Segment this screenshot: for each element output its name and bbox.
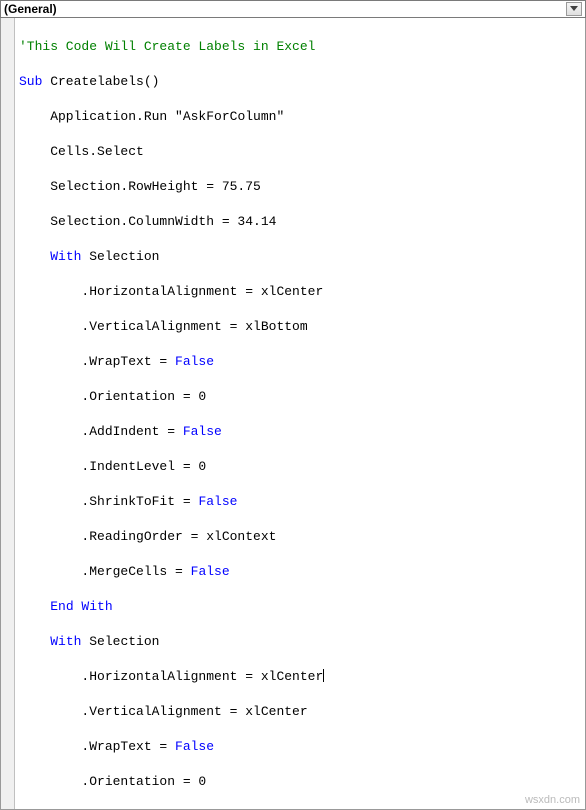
dropdown-value: (General): [4, 2, 57, 16]
code-text: Selection.RowHeight = 75.75: [19, 179, 261, 194]
code-text: Cells.Select: [19, 144, 144, 159]
code-indent: [19, 599, 50, 614]
editor-gutter: [1, 18, 15, 809]
code-text: .HorizontalAlignment = xlCenter: [19, 669, 323, 684]
kw-endwith: End With: [50, 599, 112, 614]
code-editor[interactable]: 'This Code Will Create Labels in Excel S…: [0, 18, 586, 810]
kw-with: With: [50, 249, 81, 264]
code-text: .Orientation = 0: [19, 389, 206, 404]
kw-false: False: [198, 494, 237, 509]
code-comment: 'This Code Will Create Labels in Excel: [19, 39, 315, 54]
code-text: Application.Run: [19, 109, 175, 124]
code-text: .ReadingOrder = xlContext: [19, 529, 276, 544]
code-text: .IndentLevel = 0: [19, 459, 206, 474]
chevron-down-icon[interactable]: [566, 2, 582, 16]
text-cursor: [323, 669, 324, 682]
kw-false: False: [183, 809, 222, 810]
code-text: Selection: [81, 249, 159, 264]
code-text: Selection.ColumnWidth = 34.14: [19, 214, 276, 229]
code-indent: [19, 634, 50, 649]
code-text: Selection: [81, 634, 159, 649]
code-text: .AddIndent =: [19, 809, 183, 810]
kw-sub: Sub: [19, 74, 42, 89]
code-area[interactable]: 'This Code Will Create Labels in Excel S…: [15, 18, 585, 809]
code-text: .ShrinkToFit =: [19, 494, 198, 509]
code-text: Createlabels(): [42, 74, 159, 89]
code-text: .WrapText =: [19, 739, 175, 754]
code-text: .WrapText =: [19, 354, 175, 369]
code-text: .HorizontalAlignment = xlCenter: [19, 284, 323, 299]
kw-false: False: [175, 739, 214, 754]
kw-false: False: [183, 424, 222, 439]
kw-false: False: [191, 564, 230, 579]
code-string: "AskForColumn": [175, 109, 284, 124]
kw-false: False: [175, 354, 214, 369]
object-dropdown[interactable]: (General): [0, 0, 586, 18]
code-indent: [19, 249, 50, 264]
code-text: .VerticalAlignment = xlCenter: [19, 704, 308, 719]
watermark: wsxdn.com: [525, 794, 580, 806]
code-text: .MergeCells =: [19, 564, 191, 579]
code-text: .AddIndent =: [19, 424, 183, 439]
code-text: .VerticalAlignment = xlBottom: [19, 319, 308, 334]
kw-with: With: [50, 634, 81, 649]
code-text: .Orientation = 0: [19, 774, 206, 789]
